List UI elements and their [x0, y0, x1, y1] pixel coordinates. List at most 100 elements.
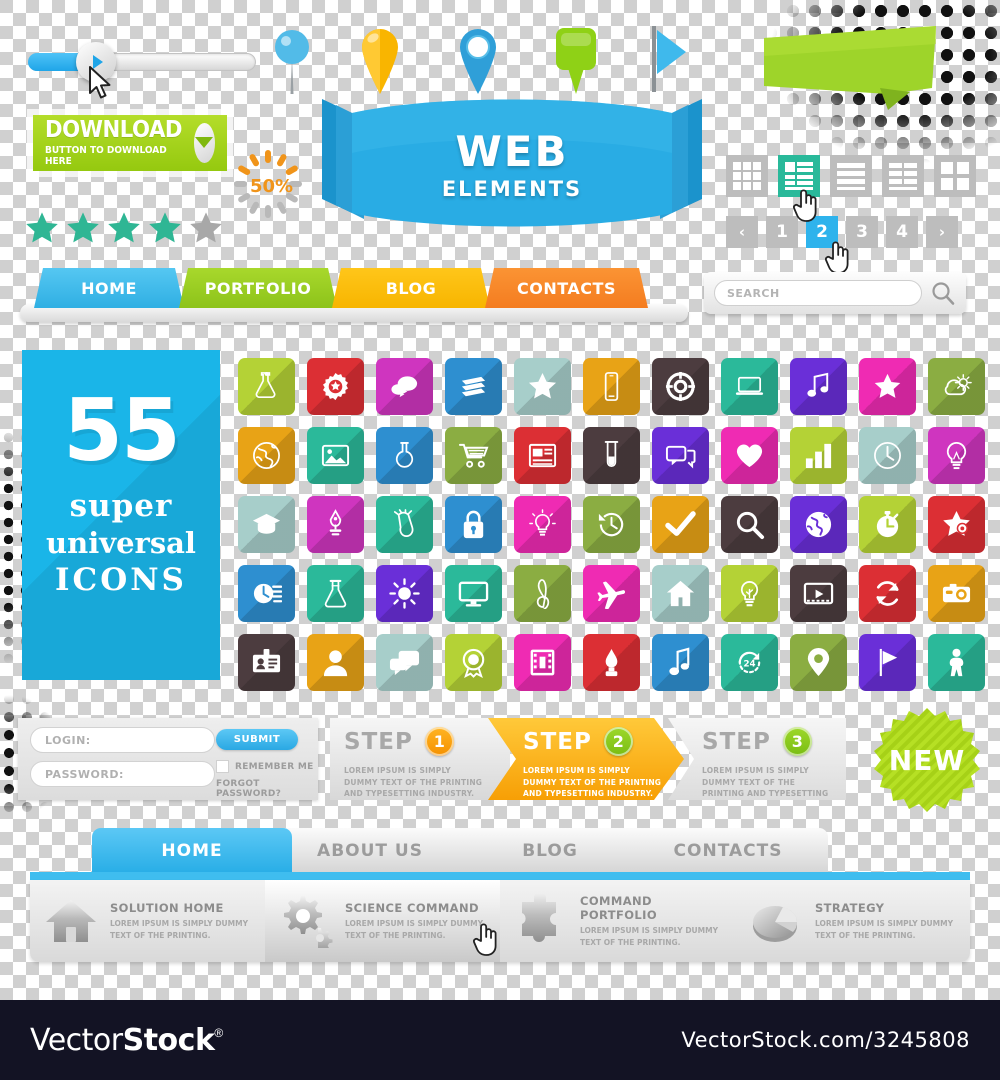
icon-tile-star[interactable] — [514, 358, 571, 415]
icon-tile-24-hours[interactable]: 24 — [721, 634, 778, 691]
feature-item-command-portfolio[interactable]: COMMAND PORTFOLIO LOREM IPSUM IS SIMPLY … — [500, 880, 735, 962]
icon-tile-lightbulb-idea[interactable] — [514, 496, 571, 553]
icon-tile-airplane[interactable] — [583, 565, 640, 622]
download-icon-circle[interactable] — [193, 123, 215, 163]
icon-tile-lifebuoy[interactable] — [652, 358, 709, 415]
forgot-password-link[interactable]: FORGOT PASSWORD? — [216, 779, 314, 799]
icon-grid[interactable]: 24 — [232, 352, 991, 697]
pagination-page-4[interactable]: 4 — [886, 216, 918, 248]
icon-tile-checkmark[interactable] — [652, 496, 709, 553]
icon-tile-person-fitness[interactable] — [928, 634, 985, 691]
icon-tile-speech-bubbles[interactable] — [376, 634, 433, 691]
icon-tile-sun-brightness[interactable] — [376, 565, 433, 622]
star-icon-filled[interactable] — [65, 210, 101, 246]
icon-tile-stopwatch[interactable] — [859, 496, 916, 553]
nav-tab-contacts[interactable]: CONTACTS — [485, 268, 648, 308]
icon-tile-music-note-single[interactable] — [652, 634, 709, 691]
progress-spinner: 50% — [232, 148, 304, 220]
download-button[interactable]: DOWNLOAD BUTTON TO DOWNLOAD HERE — [33, 115, 227, 171]
icon-cell — [577, 628, 646, 697]
icon-tile-video-player[interactable] — [790, 565, 847, 622]
icon-tile-chat-reply[interactable] — [652, 427, 709, 484]
icon-tile-padlock[interactable] — [445, 496, 502, 553]
search-bar[interactable]: SEARCH — [704, 272, 966, 314]
range-slider[interactable] — [28, 42, 256, 82]
icon-tile-layers[interactable] — [445, 358, 502, 415]
icon-tile-test-tube[interactable] — [583, 427, 640, 484]
view-mode-toggle[interactable] — [726, 155, 976, 197]
icon-tile-round-flask[interactable] — [376, 427, 433, 484]
icon-tile-map-pin[interactable] — [790, 634, 847, 691]
icon-tile-home-house[interactable] — [652, 565, 709, 622]
step-3[interactable]: STEP 3 LOREM IPSUM IS SIMPLY DUMMY TEXT … — [668, 718, 846, 800]
icon-tile-weather-cloud-sun[interactable] — [928, 358, 985, 415]
remember-me-checkbox[interactable] — [216, 760, 229, 773]
pagination-prev-button[interactable]: ‹ — [726, 216, 758, 248]
star-icon-filled[interactable] — [24, 210, 60, 246]
icon-tile-lightbulb-outline[interactable] — [928, 427, 985, 484]
icon-tile-gear-star[interactable] — [307, 358, 364, 415]
icon-tile-fountain-pen[interactable] — [307, 496, 364, 553]
icon-tile-user-person[interactable] — [307, 634, 364, 691]
login-field[interactable]: LOGIN: — [30, 727, 215, 753]
icon-tile-smartphone[interactable] — [583, 358, 640, 415]
star-icon-empty[interactable] — [188, 210, 224, 246]
magnifier-icon[interactable] — [930, 280, 956, 306]
top-navigation[interactable]: HOME PORTFOLIO BLOG CONTACTS — [20, 268, 688, 322]
bottom-tab-about-us[interactable]: ABOUT US — [270, 828, 470, 874]
icon-tile-image-photo[interactable] — [307, 427, 364, 484]
icon-tile-refresh-sync[interactable] — [859, 565, 916, 622]
icon-tile-globe-world[interactable] — [790, 496, 847, 553]
star-icon-filled[interactable] — [147, 210, 183, 246]
icon-tile-history-clock[interactable] — [583, 496, 640, 553]
icon-tile-treble-clef[interactable] — [514, 565, 571, 622]
star-icon-filled[interactable] — [106, 210, 142, 246]
icon-tile-flask[interactable] — [238, 358, 295, 415]
feature-item-science-command[interactable]: SCIENCE COMMAND LOREM IPSUM IS SIMPLY DU… — [265, 880, 500, 962]
bottom-tab-blog[interactable]: BLOG — [450, 828, 650, 874]
icon-tile-shopping-cart[interactable] — [445, 427, 502, 484]
submit-button[interactable]: SUBMIT — [216, 729, 298, 750]
password-field[interactable]: PASSWORD: — [30, 761, 215, 787]
nav-tab-blog[interactable]: BLOG — [332, 268, 490, 308]
rows-view-icon[interactable] — [830, 155, 872, 197]
icon-tile-laptop[interactable] — [721, 358, 778, 415]
icon-tile-flag[interactable] — [859, 634, 916, 691]
step-2[interactable]: STEP 2 LOREM IPSUM IS SIMPLY DUMMY TEXT … — [488, 718, 684, 800]
icon-tile-clock[interactable] — [859, 427, 916, 484]
bottom-tab-contacts[interactable]: CONTACTS — [628, 828, 828, 874]
icon-tile-paint-brush[interactable] — [583, 634, 640, 691]
feature-item-strategy[interactable]: STRATEGY LOREM IPSUM IS SIMPLY DUMMY TEX… — [735, 880, 970, 962]
icon-tile-lightbulb-eco[interactable] — [721, 565, 778, 622]
pagination-next-button[interactable]: › — [926, 216, 958, 248]
icon-tile-fast-clock[interactable] — [238, 565, 295, 622]
icon-tile-heart[interactable] — [721, 427, 778, 484]
icon-tile-monitor-screen[interactable] — [445, 565, 502, 622]
icon-tile-star-filled[interactable] — [859, 358, 916, 415]
icon-tile-diploma-scroll[interactable] — [376, 496, 433, 553]
feature-item-solution-home[interactable]: SOLUTION HOME LOREM IPSUM IS SIMPLY DUMM… — [30, 880, 265, 962]
icon-tile-id-badge[interactable] — [238, 634, 295, 691]
icon-tile-news-article[interactable] — [514, 427, 571, 484]
icon-tile-graduation-cap[interactable] — [238, 496, 295, 553]
icon-tile-film-strip[interactable] — [514, 634, 571, 691]
icon-tile-camera[interactable] — [928, 565, 985, 622]
large-grid-view-icon[interactable] — [934, 155, 976, 197]
icon-tile-bar-chart[interactable] — [790, 427, 847, 484]
icon-tile-chat-bubbles[interactable] — [376, 358, 433, 415]
search-input[interactable]: SEARCH — [714, 280, 922, 306]
star-rating[interactable] — [24, 210, 224, 246]
nav-tab-portfolio[interactable]: PORTFOLIO — [179, 268, 337, 308]
icon-tile-star-location[interactable] — [928, 496, 985, 553]
icon-tile-award-ribbon[interactable] — [445, 634, 502, 691]
icon-tile-globe-outline[interactable] — [238, 427, 295, 484]
two-column-view-icon[interactable] — [882, 155, 924, 197]
nav-tab-home[interactable]: HOME — [34, 268, 184, 308]
step-1[interactable]: STEP 1 LOREM IPSUM IS SIMPLY DUMMY TEXT … — [330, 718, 510, 800]
grid-view-icon[interactable] — [726, 155, 768, 197]
icon-tile-music-note[interactable] — [790, 358, 847, 415]
bottom-tab-home[interactable]: HOME — [92, 828, 292, 874]
icon-tile-magnifier-search[interactable] — [721, 496, 778, 553]
remember-me-row[interactable]: REMEMBER ME — [216, 760, 314, 773]
icon-tile-conical-flask[interactable] — [307, 565, 364, 622]
